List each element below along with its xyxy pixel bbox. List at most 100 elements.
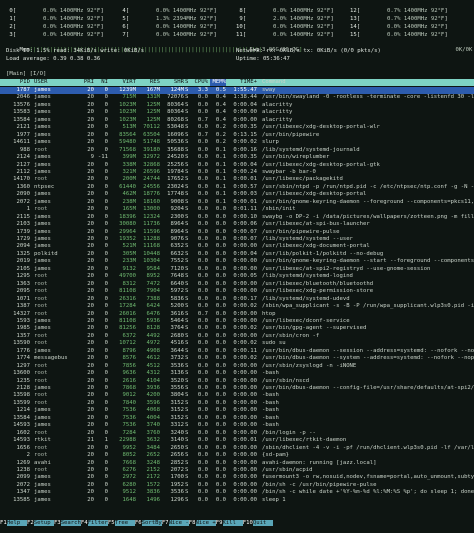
table-row[interactable]: 13598 root 20 0 9012 4200 3804 S 0.0 0.0 0:00.00 -b… [0, 392, 474, 399]
table-row[interactable]: 14593 rtkit 21 1 22988 3632 3140 S 0.0 0.0 0:00.01… [0, 437, 474, 444]
column-header[interactable]: PID USER PRI NI VIRT RES SHR S CPU% MEM% TIME+ Comm… [0, 79, 474, 87]
table-row[interactable]: 2115 james 20 0 18396 12324 2300 S 0.0 0.0 0:00.10… [0, 214, 474, 221]
cpu-id: 6[ [119, 24, 130, 30]
fkey-f1-label[interactable]: Help [6, 520, 27, 526]
fkey-f8-label[interactable]: Nice + [195, 520, 216, 526]
table-row[interactable]: 13583 james 20 0 1023M 125M 80364 S 0.0 0.4 0:00.0… [0, 109, 474, 116]
table-row[interactable]: 1325 polkitd 20 0 305M 10448 6632 S 0.0 0.0 0:00.0… [0, 251, 474, 258]
table-row[interactable]: 13600 root 20 0 9636 4312 3136 S 0.0 0.0 0:00.00 -b… [0, 370, 474, 377]
table-row[interactable]: 2 root 20 0 8052 2652 2656 S 0.0 0.0 0:00.00 {sd-pa… [0, 452, 474, 459]
column-virt-header[interactable]: VIRT [108, 79, 136, 86]
table-row[interactable]: 13599 root 20 0 7840 3596 3152 S 0.0 0.0 0:00.00 -b… [0, 400, 474, 407]
table-row[interactable]: 13584 james 20 0 1023M 125M 80268 S 0.7 0.4 0:00.0… [0, 117, 474, 124]
table-row[interactable]: 2105 james 20 0 9132 9584 7120 S 0.0 0.0 0:00.00/u… [0, 266, 474, 273]
fkey-f2-label[interactable]: Setup [33, 520, 54, 526]
table-row[interactable]: 13584 james 20 0 7536 4004 3152 S 0.0 0.0 0:00.00-… [0, 415, 474, 422]
table-row[interactable]: 2112 james 20 0 321M 26596 19784 S 0.0 0.1 0:00.24… [0, 169, 474, 176]
table-row[interactable]: 14170 root 20 0 200M 24744 17652 S 0.0 0.1 0:00.01… [0, 176, 474, 183]
fkey-f10[interactable]: F10 [243, 520, 253, 526]
table-row[interactable]: 2072 james 20 0 238M 18160 9008 S 0.0 0.1 0:00.01 /… [0, 199, 474, 206]
table-row[interactable]: 1363 root 20 0 8312 7472 6640 S 0.0 0.0 0:00.00/us… [0, 281, 474, 288]
table-row[interactable]: 1602 root 20 0 7284 3760 3240 S 0.0 0.0 0:00.00/bi… [0, 430, 474, 437]
fkey-f6[interactable]: F6 [135, 520, 142, 526]
table-row[interactable]: 1214 james 20 0 7536 4068 3152 S 0.0 0.0 0:00.00 -b… [0, 407, 474, 414]
table-row[interactable]: 1235 root 20 0 2616 4104 3520 S 0.0 0.0 0:00.00/us… [0, 378, 474, 385]
table-row[interactable]: 13585 james 20 0 1648 1496 1296 S 0.0 0.0 0:00.00 s… [0, 497, 474, 504]
column-pri-header[interactable]: PRI [82, 79, 94, 86]
column-ni-header[interactable]: NI [96, 79, 108, 86]
column-time-header[interactable]: TIME+ [227, 79, 257, 86]
table-row[interactable]: 1593 james 20 0 81108 5936 5464 S 0.0 0.0 0:00.00 /… [0, 318, 474, 325]
fkey-f5-label[interactable]: Tree [114, 520, 135, 526]
cpu-reading: 0.0% 1400MHz 92°F [246, 24, 331, 30]
table-row[interactable]: 13576 james 20 0 1023M 125M 80364 S 0.0 0.4 0:00.0… [0, 102, 474, 109]
column-s-header[interactable]: S [185, 79, 191, 86]
table-row[interactable]: 2103 james 20 0 30080 11736 8964 S 0.0 0.0 0:00.06… [0, 221, 474, 228]
table-row[interactable]: 14593 james 20 0 7536 3740 3312 S 0.0 0.0 0:00.00-… [0, 422, 474, 429]
fkey-f10-label[interactable]: Quit [252, 520, 274, 526]
column-command-header[interactable]: Command [262, 79, 474, 86]
column-mem-header[interactable]: MEM% [210, 79, 226, 87]
table-row[interactable]: 13590 root 20 0 10712 4972 4516 S 0.0 0.0 0:00.02 s… [0, 340, 474, 347]
table-row[interactable]: 1297 root 20 0 7856 4512 3536 S 0.0 0.0 0:00.00/us… [0, 363, 474, 370]
fkey-f1[interactable]: F1 [0, 520, 7, 526]
table-row[interactable]: 1729 james 20 0 19352 11288 9076 S 0.0 0.0 0:00.07… [0, 236, 474, 243]
table-row[interactable]: 1357 root 20 0 6372 4492 2680 S 0.0 0.0 0:00.00/us… [0, 333, 474, 340]
process-time: 0:00.00 [233, 116, 257, 123]
cpu-id: 13[ [350, 16, 361, 22]
fkey-f9-label[interactable]: Kill [222, 520, 243, 526]
table-row[interactable]: 988 root 20 0 71568 39180 35688 S 0.0 0.1 0:00.16 /… [0, 147, 474, 154]
table-row[interactable]: 1977 james 20 0 83564 63504 16096 S 0.7 0.2 0:13.1… [0, 132, 474, 139]
table-row[interactable]: 2019 james 20 0 233M 10304 7552 S 0.0 0.0 0:00.00 /… [0, 258, 474, 265]
column-res-header[interactable]: RES [138, 79, 160, 86]
fkey-f5[interactable]: F5 [108, 520, 115, 526]
column-pid-header[interactable]: PID [6, 79, 30, 86]
table-row[interactable]: 14611 james 20 0 59480 51748 50536 S 0.0 0.2 0:00.… [0, 139, 474, 146]
table-row[interactable]: 2124 james 9 -11 399M 32972 24520 S 0.0 0.1 0:00.3… [0, 154, 474, 161]
fkey-f7[interactable]: F7 [162, 520, 169, 526]
table-row[interactable]: 1774 messagebus 20 0 8576 4612 3732 S 0.0 0.0 0:00… [0, 355, 474, 362]
fkey-f4[interactable]: F4 [81, 520, 88, 526]
process-mem: 0.0 [215, 317, 226, 324]
view-tabs[interactable]: [Main] [I/O] [6, 71, 46, 78]
table-row[interactable]: 1656 root 20 0 9952 3484 2650 S 0.0 0.0 0:00.00/sb… [0, 445, 474, 452]
table-row[interactable]: 1 root 20 0 165M 13000 9204 S 0.0 0.0 0:01.11/sbin… [0, 206, 474, 213]
table-row[interactable]: 2121 james 20 0 513M 70112 53048 S 0.0 0.2 0:00.35… [0, 124, 474, 131]
fkey-f3[interactable]: F3 [54, 520, 61, 526]
table-row[interactable]: 2094 james 20 0 521M 11168 6352 S 0.0 0.0 0:00.00 /… [0, 243, 474, 250]
table-row[interactable]: 1269 avahi 20 0 7668 3248 2852 S 0.0 0.0 0:00.00 av… [0, 460, 474, 467]
process-user: james [34, 109, 51, 116]
table-row[interactable]: 1985 james 20 0 81256 8128 3764 S 0.0 0.0 0:00.02 /… [0, 325, 474, 332]
column-cpu-header[interactable]: CPU% [192, 79, 208, 86]
fkey-f4-label[interactable]: Filter [87, 520, 108, 526]
table-row[interactable]: 1360 ntpsec 20 0 61440 24556 23024 S 0.0 0.1 0:00.… [0, 184, 474, 191]
table-row[interactable]: 1238 root 20 0 6276 2152 2072 S 0.0 0.0 0:00.00/us… [0, 467, 474, 474]
fkey-f7-label[interactable]: Nice - [168, 520, 189, 526]
fkey-f8[interactable]: F8 [189, 520, 196, 526]
table-row[interactable]: 2099 james 20 0 2972 2172 1700 S 0.0 0.0 0:00.00 fu… [0, 474, 474, 481]
table-row[interactable]: 2090 james 20 0 462M 18776 17748 S 0.0 0.1 0:00.03… [0, 191, 474, 198]
column-shr-header[interactable]: SHR [162, 79, 184, 86]
process-cpu: 0.0 [197, 265, 208, 272]
table-row[interactable]: 1295 root 20 0 49700 8952 7648 S 0.0 0.0 0:00.05/l… [0, 273, 474, 280]
table-row[interactable]: 1739 james 20 0 29964 11596 8964 S 0.0 0.0 0:00.07… [0, 229, 474, 236]
table-row[interactable]: 1347 james 20 0 9512 3836 3536 S 0.0 0.0 0:00.00/b… [0, 489, 474, 496]
fkey-f3-label[interactable]: Search [60, 520, 81, 526]
table-row[interactable]: 1776 james 20 0 8796 4908 3644 S 0.0 0.0 0:00.11/u… [0, 348, 474, 355]
process-time: 0:00.00 [233, 414, 257, 421]
column-user-header[interactable]: USER [34, 79, 80, 86]
table-row[interactable]: 1787 james 20 0 1239M 167M 124M S 3.3 0.5 1:55.47 s… [0, 87, 474, 95]
process-res: 24556 [143, 183, 160, 190]
table-row[interactable]: 2046 james 20 0 715M 131M 72076 S 0.0 0.4 1:38.44 /… [0, 94, 474, 101]
process-command: /usr/libexec/packagekitd [262, 176, 343, 183]
table-row[interactable]: 2128 james 20 0 7868 3936 3556 S 0.0 0.0 0:00.00/u… [0, 385, 474, 392]
fkey-f6-label[interactable]: SortBy [141, 520, 162, 526]
table-row[interactable]: 2095 root 20 0 81108 7904 5972 S 0.0 0.0 0:00.00/u… [0, 288, 474, 295]
table-row[interactable]: 1071 root 20 0 26316 7388 5836 S 0.0 0.0 0:00.17/l… [0, 296, 474, 303]
table-row[interactable]: 1387 root 20 0 17284 6424 5200 S 0.0 0.0 0:00.02/s… [0, 303, 474, 310]
table-row[interactable]: 2127 james 20 0 338M 32868 25256 S 0.0 0.1 0:00.04… [0, 162, 474, 169]
table-row[interactable]: 14327 root 20 0 26016 6476 3616 S 0.7 0.0 0:00.00 h… [0, 311, 474, 318]
fkey-f9[interactable]: F9 [216, 520, 223, 526]
table-row[interactable]: 2072 james 20 0 6280 1572 1952 S 0.0 0.0 0:00.00/b… [0, 482, 474, 489]
fkey-f2[interactable]: F2 [27, 520, 34, 526]
